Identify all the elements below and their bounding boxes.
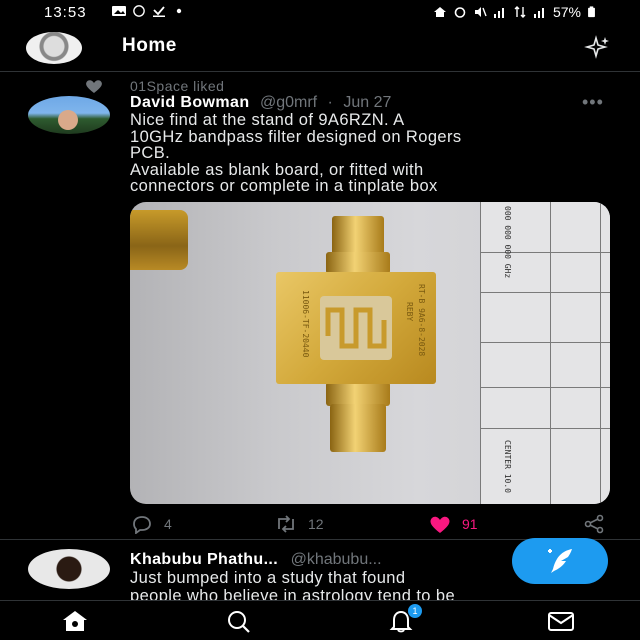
social-context: 01Space liked (84, 78, 224, 94)
messages-envelope-icon[interactable] (546, 609, 576, 633)
home-icon[interactable] (60, 609, 90, 633)
photo-gold-bracket (130, 210, 188, 270)
pcb-label-right-2: REBY (405, 302, 414, 322)
sma-nut-bottom (326, 382, 390, 406)
microstrip-pattern (325, 307, 387, 349)
signal-icon (493, 8, 504, 18)
retweet-count: 12 (308, 516, 324, 532)
paper-label-bottom: CENTER 10.0 (503, 440, 512, 493)
meta-separator: · (327, 94, 333, 111)
pcb-label-right: RT-B 9A6-8-2028 (417, 284, 426, 357)
paper-label-top: 000 000 000 GHz (503, 206, 512, 279)
status-system-icons: 57% (433, 4, 596, 20)
tweet-date[interactable]: Jun 27 (343, 94, 391, 111)
paper-gridline (480, 342, 610, 343)
share-icon (584, 514, 604, 534)
sma-connector-bottom (330, 404, 386, 452)
bandpass-filter-pcb: 11006-TF-20440 RT-B 9A6-8-2028 REBY (276, 272, 436, 384)
retweet-icon (278, 515, 294, 533)
profile-avatar-button[interactable] (26, 32, 82, 64)
paper-gridline (480, 428, 610, 429)
reply-icon (133, 516, 151, 534)
tweet-header: Khabubu Phathu... @khabubu... (130, 551, 382, 569)
tweet-text-line: Nice find at the stand of 9A6RZN. A (130, 111, 405, 129)
paper-gridline (600, 202, 601, 504)
author-handle[interactable]: @g0mrf (260, 94, 317, 111)
author-avatar[interactable] (28, 549, 110, 589)
pcb-substrate (320, 296, 392, 360)
reply-count: 4 (164, 516, 172, 532)
avatar-face (58, 110, 78, 130)
top-app-bar: Home (0, 26, 640, 72)
home-status-icon (433, 7, 446, 17)
page-title: Home (122, 35, 177, 56)
reply-button[interactable]: 4 (130, 514, 172, 534)
like-button[interactable]: 91 (428, 514, 478, 534)
mute-icon (474, 7, 487, 17)
compose-tweet-button[interactable] (512, 538, 608, 584)
author-avatar[interactable] (28, 96, 110, 134)
tweet-text-line: Available as blank board, or fitted with (130, 160, 424, 179)
pcb-label-left: 11006-TF-20440 (301, 290, 310, 358)
tweet-header: David Bowman @g0mrf · Jun 27 (130, 94, 391, 112)
tweet[interactable]: 01Space liked David Bowman @g0mrf · Jun … (0, 72, 640, 540)
status-notification-icons (112, 5, 186, 17)
author-handle[interactable]: @khabubu... (291, 551, 382, 568)
bottom-navigation: 1 (0, 600, 640, 640)
battery-icon (588, 6, 595, 18)
tweet-photo[interactable]: 000 000 000 GHz CENTER 10.0 11006-TF-204… (130, 202, 610, 504)
photo-paper-sheet: 000 000 000 GHz CENTER 10.0 (480, 202, 610, 504)
dot-icon (176, 8, 182, 14)
social-context-text: 01Space liked (130, 78, 225, 94)
download-done-icon (153, 6, 165, 17)
author-name[interactable]: David Bowman (130, 94, 250, 111)
whatsapp-icon (133, 5, 145, 17)
retweet-button[interactable]: 12 (274, 514, 324, 534)
paper-gridline (480, 387, 610, 388)
status-bar: 13:53 57% (0, 0, 640, 26)
sma-nut-top (326, 252, 390, 274)
share-button[interactable] (582, 514, 606, 534)
more-options-icon[interactable]: ••• (582, 92, 604, 113)
tweet-text-line: 10GHz bandpass filter designed on Rogers (130, 127, 462, 146)
tweet-actions: 4 12 91 (130, 514, 610, 536)
paper-gridline (550, 202, 551, 504)
author-name[interactable]: Khabubu Phathu... (130, 551, 278, 568)
paper-gridline (480, 292, 610, 293)
alarm-icon (454, 7, 466, 18)
like-count: 91 (462, 516, 478, 532)
paper-gridline (480, 252, 610, 253)
paper-gridline (480, 202, 481, 504)
battery-percent: 57% (552, 4, 581, 20)
heart-small-icon (86, 80, 102, 93)
tweet-text-line: PCB. (130, 144, 171, 162)
sparkle-timeline-icon[interactable] (584, 34, 612, 62)
signal-2-icon (533, 8, 544, 18)
compose-feather-icon (548, 549, 572, 573)
gallery-icon (112, 6, 126, 16)
heart-filled-icon (430, 516, 450, 533)
sma-connector-top (332, 216, 384, 256)
tweet-text-line: connectors or complete in a tinplate box (130, 177, 438, 195)
tweet-text: Nice find at the stand of 9A6RZN. A 10GH… (130, 112, 610, 195)
search-icon[interactable] (224, 609, 254, 633)
data-transfer-icon (514, 6, 526, 18)
notifications-badge: 1 (408, 604, 422, 618)
status-time: 13:53 (44, 4, 87, 21)
